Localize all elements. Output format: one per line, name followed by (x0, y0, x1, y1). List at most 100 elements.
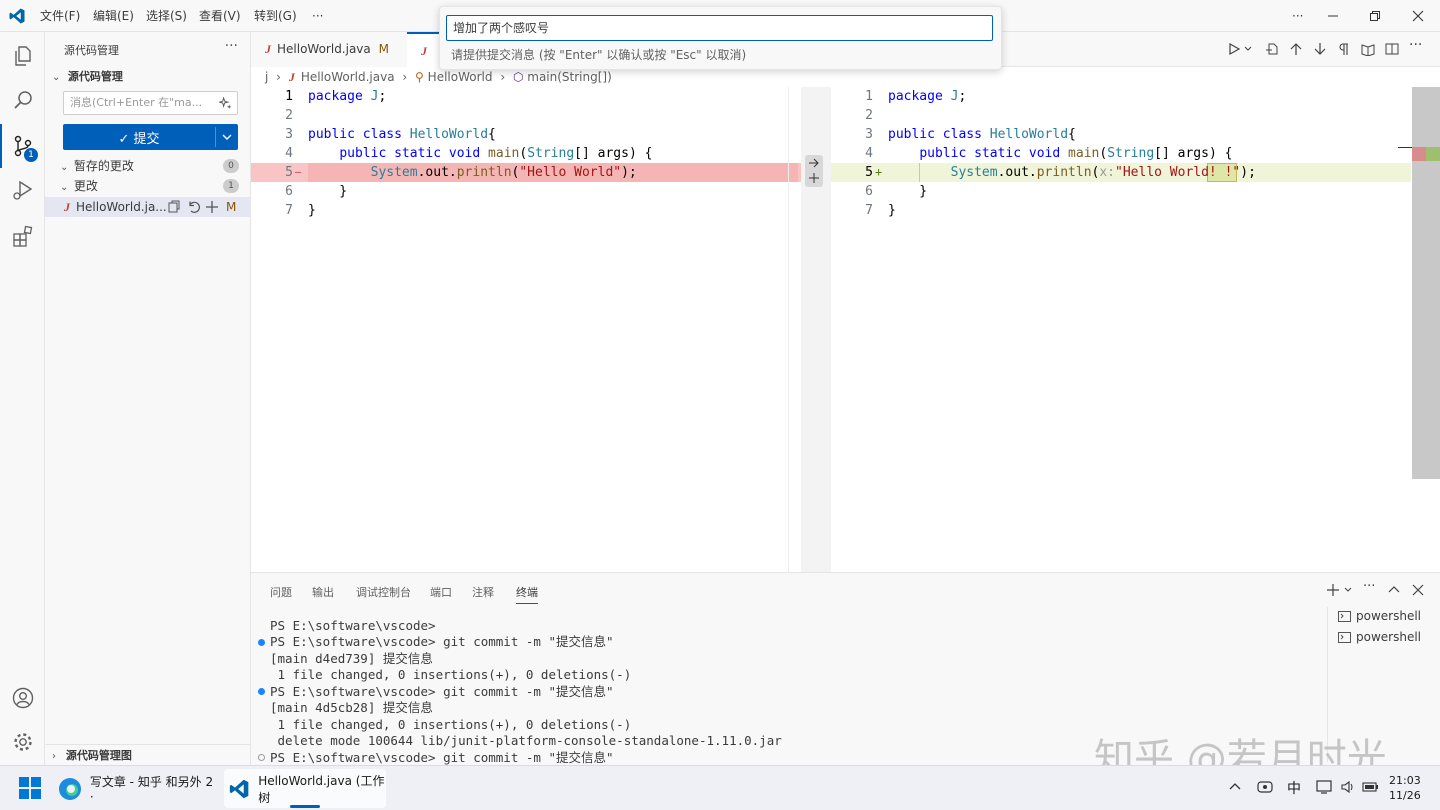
open-file-button[interactable] (1265, 42, 1279, 56)
show-whitespace-button[interactable] (1337, 42, 1351, 56)
arrow-up-icon (1290, 43, 1302, 55)
input-method-indicator[interactable]: 中 (1287, 778, 1301, 798)
diff-original-editor[interactable]: 1 2 3 4 5 6 7 — package J; public class … (251, 87, 801, 572)
right-editor-scrollbar[interactable] (1412, 87, 1440, 479)
breadcrumb-root[interactable]: j (265, 70, 268, 84)
code-line: public static void main(String[] args) { (339, 146, 653, 161)
editor-more-button[interactable]: ··· (1409, 37, 1422, 53)
breadcrumb-method[interactable]: main(String[]) (527, 70, 612, 84)
diff-modified-editor[interactable]: 1 2 3 4 5 6 7 + package J; public class … (831, 87, 1440, 572)
breadcrumb-class[interactable]: HelloWorld (428, 70, 493, 84)
commit-button-label: ✓ 提交 (118, 131, 160, 147)
commit-button[interactable]: ✓ 提交 (63, 124, 238, 150)
code-line: public class HelloWorld{ (888, 127, 1076, 142)
tab-debug-console[interactable]: 调试控制台 (356, 584, 411, 600)
tab-terminal[interactable]: 终端 (516, 584, 538, 604)
scm-graph-section[interactable]: › 源代码管理图 (45, 744, 251, 764)
menu-file[interactable]: 文件(F) (36, 0, 84, 32)
discard-changes-icon[interactable] (187, 200, 201, 214)
staged-changes-group[interactable]: ⌄ 暂存的更改 0 (45, 156, 251, 176)
tab-comments[interactable]: 注释 (472, 584, 494, 600)
cloud-sync-icon (1257, 781, 1273, 793)
menu-selection[interactable]: 选择(S) (142, 0, 191, 32)
close-window-button[interactable] (1397, 0, 1439, 32)
line-number: 5 (285, 165, 293, 180)
maximize-panel-button[interactable] (1387, 583, 1401, 597)
taskbar-app-edge[interactable]: 写文章 - 知乎 和另外 2 · (58, 769, 220, 808)
overview-ruler-added (1426, 147, 1440, 161)
battery-button[interactable] (1362, 779, 1380, 795)
next-change-button[interactable] (1313, 42, 1327, 56)
stage-changes-icon[interactable] (205, 200, 219, 214)
changes-count-badge: 1 (223, 179, 239, 193)
terminal-profiles-dropdown[interactable] (1343, 583, 1353, 597)
search-button[interactable] (0, 78, 45, 122)
changed-file-name: HelloWorld.ja... (76, 200, 167, 214)
split-editor-button[interactable] (1385, 42, 1399, 56)
manage-button[interactable] (0, 720, 45, 764)
code-line: } (888, 203, 896, 218)
scm-section-header[interactable]: ⌄ 源代码管理 (45, 66, 251, 86)
sidebar-more-button[interactable]: ··· (225, 38, 238, 54)
open-file-icon[interactable] (167, 200, 181, 214)
java-file-icon: J (421, 44, 427, 58)
code-line: } (308, 203, 316, 218)
tab-ports[interactable]: 端口 (430, 584, 452, 600)
open-changes-button[interactable] (1361, 42, 1375, 56)
tab-diff-active[interactable]: J (407, 32, 441, 67)
new-terminal-button[interactable] (1326, 583, 1340, 597)
java-file-icon: J (265, 42, 271, 56)
line-number: 7 (285, 203, 293, 218)
minimize-icon (1328, 15, 1338, 17)
sparkle-icon[interactable] (219, 97, 232, 110)
restore-button[interactable] (1354, 0, 1396, 32)
close-panel-button[interactable] (1411, 583, 1425, 597)
changes-group[interactable]: ⌄ 更改 1 (45, 176, 251, 196)
run-debug-button[interactable] (0, 168, 45, 212)
terminal-instance[interactable]: powershell (1338, 609, 1421, 623)
network-button[interactable] (1316, 779, 1334, 795)
commit-message-input[interactable]: 消息(Ctrl+Enter 在"ma... (63, 91, 238, 115)
command-pending-dot (258, 754, 265, 761)
removed-line-marker: — (295, 167, 302, 178)
chevron-right-icon: › (402, 70, 408, 84)
clock-date: 11/26 (1389, 789, 1421, 802)
line-number: 1 (285, 89, 293, 104)
tab-output[interactable]: 输出 (312, 584, 334, 600)
layout-more-button[interactable]: ··· (1288, 0, 1307, 32)
source-control-button[interactable]: 1 (0, 124, 45, 168)
changed-file-row[interactable]: J HelloWorld.ja... M (45, 197, 251, 217)
java-file-icon: J (64, 200, 70, 214)
previous-change-button[interactable] (1289, 42, 1303, 56)
tray-app-icon[interactable] (1257, 779, 1273, 795)
tray-overflow-button[interactable] (1228, 780, 1242, 794)
minimize-button[interactable] (1312, 0, 1354, 32)
accounts-button[interactable] (0, 676, 45, 720)
revert-block-button[interactable] (805, 155, 823, 187)
run-debug-icon (12, 180, 32, 200)
tab-label: HelloWorld.java (277, 42, 371, 56)
menu-go[interactable]: 转到(G) (250, 0, 301, 32)
terminal-instance[interactable]: powershell (1338, 630, 1421, 644)
volume-button[interactable] (1340, 779, 1356, 795)
menu-edit[interactable]: 编辑(E) (89, 0, 138, 32)
quick-input-field[interactable]: 增加了两个感叹号 (446, 15, 993, 41)
menu-view[interactable]: 查看(V) (195, 0, 245, 32)
panel-more-button[interactable]: ··· (1363, 579, 1375, 594)
commit-button-main[interactable]: ✓ 提交 (63, 124, 215, 150)
line-number: 5 (865, 165, 873, 180)
explorer-button[interactable] (0, 34, 45, 78)
taskbar-app-vscode[interactable]: HelloWorld.java (工作树 (224, 769, 386, 808)
run-java-button[interactable] (1227, 42, 1241, 56)
sidebar-title: 源代码管理 (64, 44, 119, 57)
start-button[interactable] (19, 777, 41, 799)
clock[interactable]: 21:03 11/26 (1389, 773, 1421, 803)
extensions-button[interactable] (0, 214, 45, 258)
breadcrumb-file[interactable]: HelloWorld.java (301, 70, 395, 84)
tab-helloworld[interactable]: J HelloWorld.java M (251, 32, 407, 67)
run-options-dropdown[interactable] (1243, 42, 1253, 56)
menu-more[interactable]: ··· (308, 0, 327, 32)
left-editor-scrollbar[interactable] (788, 87, 800, 572)
tab-problems[interactable]: 问题 (270, 584, 292, 600)
commit-options-dropdown[interactable] (216, 124, 238, 150)
